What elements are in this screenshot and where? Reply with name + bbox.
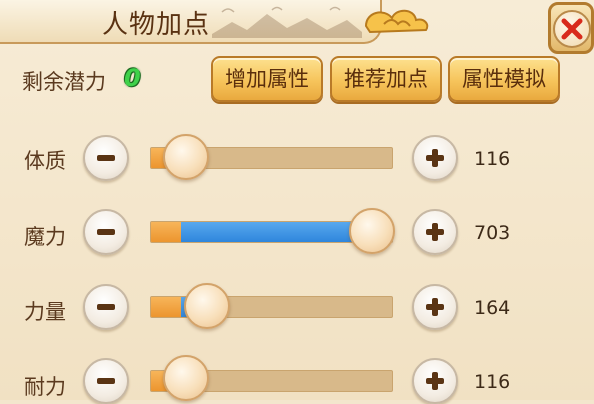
simulate-attribute-button[interactable]: 属性模拟 xyxy=(448,56,560,102)
page-title: 人物加点 xyxy=(102,10,211,40)
magic-value: 703 xyxy=(474,222,511,244)
endurance-value: 116 xyxy=(474,371,511,393)
stat-label-constitution: 体质 xyxy=(24,149,66,173)
attribute-panel: 人物加点 剩余潜力 0 增加属性 推荐加点 属性模拟 体质 116 魔力 703 xyxy=(0,0,594,404)
endurance-slider-knob[interactable] xyxy=(163,355,209,401)
increase-strength-button[interactable] xyxy=(412,284,458,330)
minus-icon xyxy=(97,155,115,161)
decrease-constitution-button[interactable] xyxy=(83,135,129,181)
stat-label-endurance: 耐力 xyxy=(24,375,66,399)
minus-icon xyxy=(97,229,115,235)
title-bar: 人物加点 xyxy=(0,0,382,44)
plus-icon xyxy=(426,149,444,167)
stat-label-strength: 力量 xyxy=(24,300,66,324)
strength-slider-knob[interactable] xyxy=(184,283,230,329)
constitution-value: 116 xyxy=(474,148,511,170)
add-attribute-button[interactable]: 增加属性 xyxy=(211,56,323,102)
strength-value: 164 xyxy=(474,297,511,319)
recommend-points-button[interactable]: 推荐加点 xyxy=(330,56,442,102)
cloud-ornament-icon xyxy=(364,9,429,34)
potential-value: 0 xyxy=(124,64,141,92)
increase-magic-button[interactable] xyxy=(412,209,458,255)
plus-icon xyxy=(426,223,444,241)
decrease-endurance-button[interactable] xyxy=(83,358,129,404)
minus-icon xyxy=(97,378,115,384)
constitution-slider-knob[interactable] xyxy=(163,134,209,180)
plus-icon xyxy=(426,298,444,316)
decrease-magic-button[interactable] xyxy=(83,209,129,255)
decrease-strength-button[interactable] xyxy=(83,284,129,330)
landscape-decoration xyxy=(212,6,362,38)
minus-icon xyxy=(97,304,115,310)
close-button[interactable] xyxy=(553,10,591,48)
increase-constitution-button[interactable] xyxy=(412,135,458,181)
potential-label: 剩余潜力 xyxy=(22,70,106,94)
increase-endurance-button[interactable] xyxy=(412,358,458,404)
close-icon xyxy=(561,18,583,40)
strength-base-fill xyxy=(151,297,181,317)
plus-icon xyxy=(426,372,444,390)
magic-slider-knob[interactable] xyxy=(349,208,395,254)
stat-label-magic: 魔力 xyxy=(24,225,66,249)
magic-base-fill xyxy=(151,222,181,242)
